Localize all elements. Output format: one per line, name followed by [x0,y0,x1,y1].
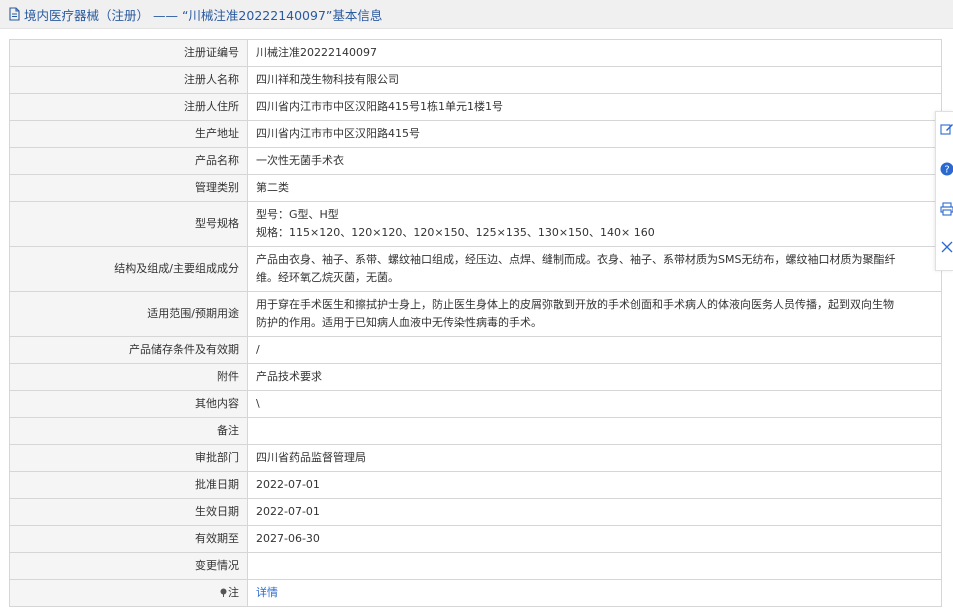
field-label: 有效期至 [9,525,248,553]
field-value-line: 产品由衣身、袖子、系带、螺纹袖口组成，经压边、点焊、缝制而成。衣身、袖子、系带材… [256,253,896,266]
field-value-line: 四川省内江市市中区汉阳路415号1栋1单元1楼1号 [256,100,503,113]
field-value-line: 防护的作用。适用于已知病人血液中无传染性病毒的手术。 [256,316,542,329]
svg-text:?: ? [944,165,949,176]
field-label: 变更情况 [9,552,248,580]
table-row: 批准日期 2022-07-01 [9,471,942,499]
field-value: 型号：G型、H型规格：115×120、120×120、120×150、125×1… [247,201,942,247]
table-row: 备注 [9,417,942,445]
field-label: 产品名称 [9,147,248,175]
field-value [247,417,942,445]
field-value: 四川省内江市市中区汉阳路415号 [247,120,942,148]
note-label-cell: 注 [9,579,248,607]
field-label: 管理类别 [9,174,248,202]
field-label: 生效日期 [9,498,248,526]
table-row: 变更情况 [9,552,942,580]
field-value-line: 产品技术要求 [256,370,322,383]
field-value-line: 用于穿在手术医生和擦拭护士身上，防止医生身体上的皮屑弥散到开放的手术创面和手术病… [256,298,894,311]
table-row: 管理类别 第二类 [9,174,942,202]
field-value-line: 四川省内江市市中区汉阳路415号 [256,127,420,140]
help-icon[interactable]: ? [940,162,953,176]
field-label: 批准日期 [9,471,248,499]
table-row: 审批部门 四川省药品监督管理局 [9,444,942,472]
field-value-line: 一次性无菌手术衣 [256,154,344,167]
field-value-line: 川械注准20222140097 [256,46,377,59]
field-value-line: 第二类 [256,181,289,194]
table-row: 其他内容 \ [9,390,942,418]
page-header: 境内医疗器械（注册） —— “川械注准20222140097”基本信息 [0,0,953,29]
table-row: 附件 产品技术要求 [9,363,942,391]
table-row: 型号规格 型号：G型、H型规格：115×120、120×120、120×150、1… [9,201,942,247]
table-row: 适用范围/预期用途 用于穿在手术医生和擦拭护士身上，防止医生身体上的皮屑弥散到开放… [9,291,942,337]
field-value: 2022-07-01 [247,498,942,526]
field-value: 用于穿在手术医生和擦拭护士身上，防止医生身体上的皮屑弥散到开放的手术创面和手术病… [247,291,942,337]
side-toolbar: ? [935,111,953,271]
field-value-line: 四川省药品监督管理局 [256,451,366,464]
field-value-line: 2022-07-01 [256,478,320,491]
field-value-line: 型号：G型、H型 [256,208,339,221]
field-label: 其他内容 [9,390,248,418]
field-value: 2027-06-30 [247,525,942,553]
note-value-cell: 详情 [247,579,942,607]
field-value-line: / [256,343,260,356]
field-label: 审批部门 [9,444,248,472]
field-value: 四川省内江市市中区汉阳路415号1栋1单元1楼1号 [247,93,942,121]
field-label: 注册人名称 [9,66,248,94]
field-value: 产品由衣身、袖子、系带、螺纹袖口组成，经压边、点焊、缝制而成。衣身、袖子、系带材… [247,246,942,292]
field-value-line: 规格：115×120、120×120、120×150、125×135、130×1… [256,226,655,239]
note-label: 注 [228,586,239,599]
field-value-line: 2022-07-01 [256,505,320,518]
table-row: 有效期至 2027-06-30 [9,525,942,553]
close-icon[interactable] [940,240,953,254]
document-icon [9,7,20,21]
table-row: 注册证编号 川械注准20222140097 [9,39,942,67]
field-label: 型号规格 [9,201,248,247]
table-row: 生产地址 四川省内江市市中区汉阳路415号 [9,120,942,148]
field-value [247,552,942,580]
field-value-line: \ [256,397,260,410]
field-value: 2022-07-01 [247,471,942,499]
table-row: 注 详情 [9,579,942,607]
field-label: 注册人住所 [9,93,248,121]
field-label: 适用范围/预期用途 [9,291,248,337]
field-value: 产品技术要求 [247,363,942,391]
field-label: 产品储存条件及有效期 [9,336,248,364]
field-value: 四川省药品监督管理局 [247,444,942,472]
table-row: 结构及组成/主要组成成分 产品由衣身、袖子、系带、螺纹袖口组成，经压边、点焊、缝制… [9,246,942,292]
field-label: 生产地址 [9,120,248,148]
field-value: \ [247,390,942,418]
field-label: 注册证编号 [9,39,248,67]
table-row: 注册人住所 四川省内江市市中区汉阳路415号1栋1单元1楼1号 [9,93,942,121]
field-value-line: 四川祥和茂生物科技有限公司 [256,73,399,86]
page-title: 境内医疗器械（注册） —— “川械注准20222140097”基本信息 [24,7,383,23]
table-row: 生效日期 2022-07-01 [9,498,942,526]
field-label: 备注 [9,417,248,445]
print-icon[interactable] [940,202,953,216]
field-label: 附件 [9,363,248,391]
field-value: 川械注准20222140097 [247,39,942,67]
table-row: 注册人名称 四川祥和茂生物科技有限公司 [9,66,942,94]
info-table: 注册证编号 川械注准20222140097 注册人名称 四川祥和茂生物科技有限公司 注册… [9,39,942,607]
field-value: 一次性无菌手术衣 [247,147,942,175]
field-label: 结构及组成/主要组成成分 [9,246,248,292]
pin-icon [220,588,227,597]
field-value-line: 维。经环氧乙烷灭菌，无菌。 [256,271,399,284]
table-row: 产品储存条件及有效期 / [9,336,942,364]
field-value-line: 2027-06-30 [256,532,320,545]
table-row: 产品名称 一次性无菌手术衣 [9,147,942,175]
field-value: 四川祥和茂生物科技有限公司 [247,66,942,94]
field-value: / [247,336,942,364]
field-value: 第二类 [247,174,942,202]
edit-icon[interactable] [940,122,953,136]
details-link[interactable]: 详情 [256,586,278,599]
